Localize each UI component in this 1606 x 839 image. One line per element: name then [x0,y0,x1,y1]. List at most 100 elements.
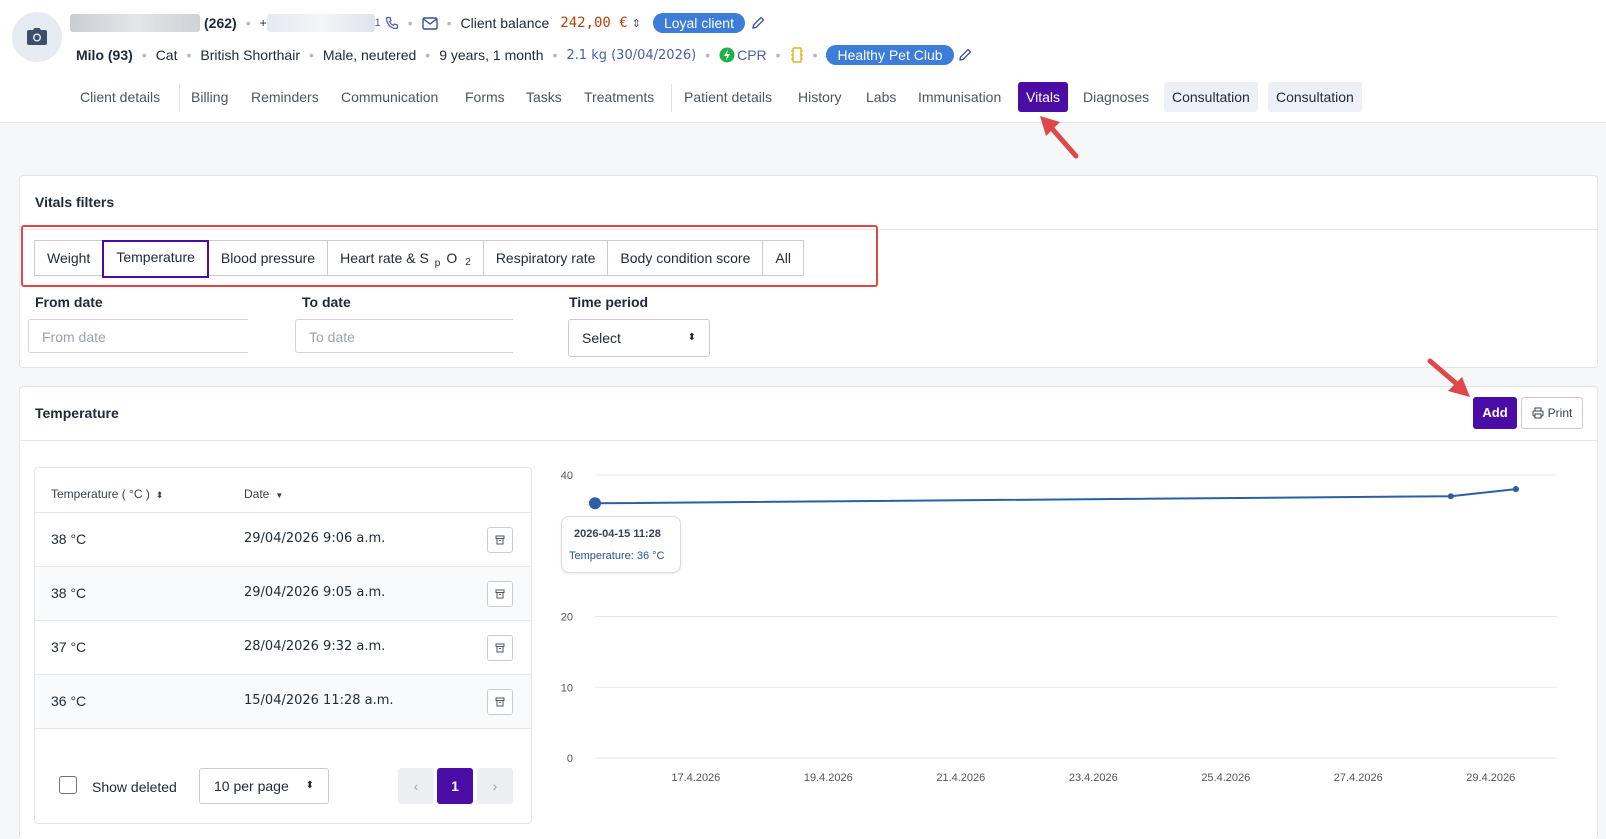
phone-prefix: + [259,16,267,30]
loyal-client-badge: Loyal client [652,13,745,33]
microchip-icon [790,46,804,64]
next-page-button[interactable]: › [477,768,513,804]
tab-treatments[interactable]: Treatments [584,82,654,112]
edit-club-icon[interactable] [958,48,972,62]
phone-icon[interactable] [385,16,399,30]
from-date-input[interactable]: From date [28,319,248,353]
email-icon[interactable] [421,16,438,30]
time-period-select[interactable]: Select ⬍ [568,319,710,357]
print-button[interactable]: Print [1521,397,1583,429]
col-date-header[interactable]: Date ▼ [244,487,283,501]
prev-page-button[interactable]: ‹ [398,768,434,804]
table-row: 36 °C 15/04/2026 11:28 a.m. [35,674,531,729]
edit-icon[interactable] [751,16,765,30]
annotation-arrow-add [1427,358,1470,397]
tab-forms[interactable]: Forms [465,82,505,112]
row-date: 29/04/2026 9:06 a.m. [244,531,386,546]
client-info-row: (262) • + 1 • • Client balance 242,00 € … [70,12,765,34]
client-name-redacted [70,14,200,32]
pet-breed: British Shorthair [200,47,300,63]
archive-icon[interactable] [487,689,513,715]
select-caret-icon: ⬍ [687,332,696,343]
row-temperature: 38 °C [51,531,87,547]
archive-icon[interactable] [487,635,513,661]
tab-diagnoses[interactable]: Diagnoses [1083,82,1149,112]
row-date: 29/04/2026 9:05 a.m. [244,585,386,600]
client-balance-label: Client balance [460,15,550,31]
annotation-arrow [1040,116,1079,159]
row-temperature: 38 °C [51,585,87,601]
per-page-select[interactable]: 10 per page ⬍ [199,768,329,804]
y-tick-label: 10 [561,682,573,694]
tab-patient-details[interactable]: Patient details [684,82,772,112]
tab-immunisation[interactable]: Immunisation [918,82,1001,112]
sort-icon: ⬍ [155,490,164,500]
row-date: 15/04/2026 11:28 a.m. [244,693,394,708]
filter-temperature[interactable]: Temperature [102,240,209,278]
series-line [594,488,1516,505]
x-tick-label: 17.4.2026 [671,772,720,784]
add-button[interactable]: Add [1473,397,1517,429]
x-tick-label: 25.4.2026 [1201,772,1250,784]
y-tick-label: 0 [567,753,573,765]
client-id: (262) [204,15,237,31]
to-date-label: To date [302,294,351,310]
cpr-status: CPR [737,47,767,63]
x-tick-label: 19.4.2026 [804,772,853,784]
temperature-panel-title: Temperature [35,405,119,421]
data-point [1512,486,1519,493]
tab-reminders[interactable]: Reminders [251,82,319,112]
row-date: 28/04/2026 9:32 a.m. [244,639,386,654]
show-deleted-label: Show deleted [92,779,177,795]
phone-number-redacted[interactable] [266,14,375,32]
cpr-icon [719,47,735,63]
tooltip-title: 2026-04-15 11:28 [574,528,661,540]
vitals-filters-title: Vitals filters [35,194,115,210]
show-deleted-checkbox[interactable] [59,776,77,794]
data-point [1447,493,1454,500]
sort-desc-icon: ▼ [275,491,284,500]
pet-name: Milo (93) [76,47,133,63]
temperature-table: Temperature ( °C ) ⬍ Date ▼ 38 °C 29/04/20… [34,467,532,824]
y-tick-label: 40 [561,470,573,482]
client-balance-value: 242,00 € [560,15,628,31]
time-period-label: Time period [569,294,649,310]
pet-species: Cat [155,47,178,63]
tab-history[interactable]: History [798,82,842,112]
pet-sex: Male, neutered [322,47,417,63]
tooltip-body: Temperature: 36 °C [569,550,665,562]
x-tick-label: 21.4.2026 [936,772,985,784]
pet-weight[interactable]: 2.1 kg (30/04/2026) [566,48,696,63]
patient-info-row: Milo (93) • Cat • British Shorthair • Ma… [76,44,972,66]
club-badge: Healthy Pet Club [826,45,954,65]
y-tick-label: 20 [561,612,573,624]
phone-tail: 1 [374,17,381,29]
tab-client-details[interactable]: Client details [80,82,160,112]
row-temperature: 36 °C [51,693,87,709]
table-row: 37 °C 28/04/2026 9:32 a.m. [35,620,531,675]
from-date-label: From date [35,294,103,310]
camera-icon[interactable] [12,12,62,62]
tab-billing[interactable]: Billing [191,82,228,112]
data-point [589,497,601,510]
tab-consultation-1[interactable]: Consultation [1164,82,1258,112]
tab-vitals[interactable]: Vitals [1018,82,1068,112]
col-temperature-header[interactable]: Temperature ( °C ) ⬍ [51,487,163,501]
select-caret-icon: ⬍ [305,780,314,791]
x-tick-label: 27.4.2026 [1334,772,1383,784]
tab-labs[interactable]: Labs [866,82,896,112]
printer-icon [1532,407,1544,419]
tab-communication[interactable]: Communication [341,82,438,112]
page-1-button[interactable]: 1 [437,768,473,804]
to-date-input[interactable]: To date [295,319,513,353]
tab-consultation-2[interactable]: Consultation [1268,82,1362,112]
chart-tooltip: 2026-04-15 11:28 Temperature: 36 °C [561,516,681,573]
client-header: (262) • + 1 • • Client balance 242,00 € … [0,0,1606,75]
archive-icon[interactable] [487,581,513,607]
row-temperature: 37 °C [51,639,87,655]
archive-icon[interactable] [487,527,513,553]
sort-icon[interactable]: ⇕ [632,17,641,30]
tab-tasks[interactable]: Tasks [526,82,562,112]
pet-age: 9 years, 1 month [439,47,544,63]
table-row: 38 °C 29/04/2026 9:05 a.m. [35,566,531,621]
